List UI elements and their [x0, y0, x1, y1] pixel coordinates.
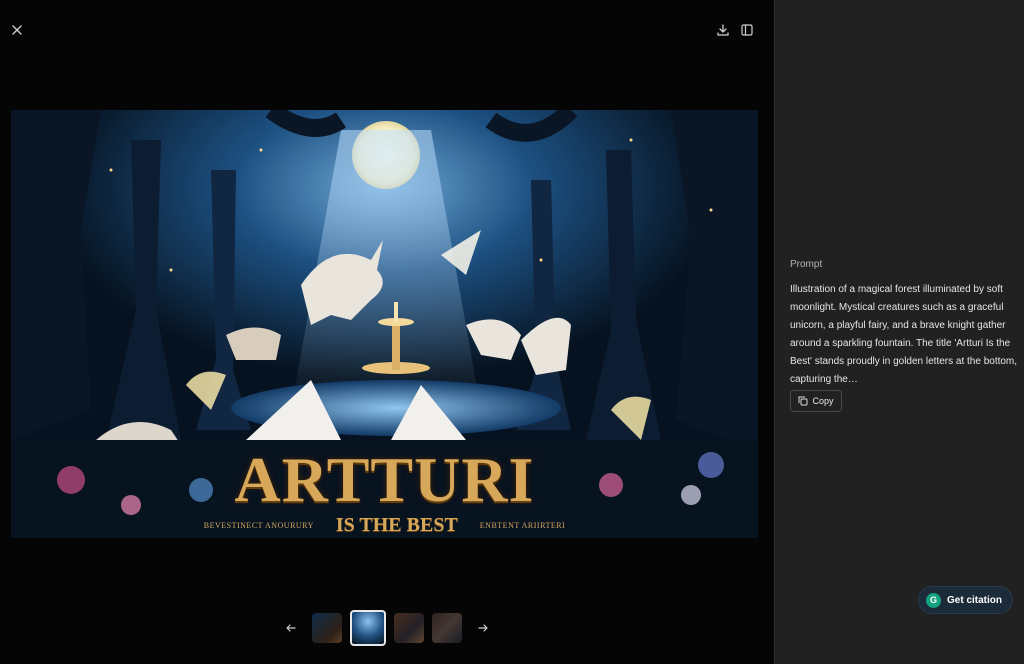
- download-icon: [717, 24, 729, 36]
- image-subtitle-row: BEVESTINECT ANOURURY IS THE BEST ENBTENT…: [11, 514, 758, 537]
- image-title: ARTTURI: [234, 444, 535, 515]
- generated-image: ARTTURI BEVESTINECT ANOURURY IS THE BEST…: [11, 110, 758, 538]
- copy-icon: [798, 396, 808, 406]
- prompt-label: Prompt: [790, 259, 823, 270]
- grammarly-g-icon: G: [926, 592, 941, 608]
- copy-button[interactable]: Copy: [790, 390, 842, 412]
- copy-label: Copy: [812, 396, 834, 406]
- thumbnail-2-active[interactable]: [350, 610, 386, 646]
- sidebar-toggle-button[interactable]: [735, 18, 759, 42]
- thumbnail-3[interactable]: [394, 613, 424, 643]
- prompt-panel: Prompt Illustration of a magical forest …: [774, 0, 1024, 664]
- thumbnail-strip: [282, 609, 492, 647]
- get-citation-button[interactable]: G Get citation: [919, 587, 1012, 613]
- previous-image-button[interactable]: [282, 619, 300, 637]
- thumbnail-1[interactable]: [312, 613, 342, 643]
- get-citation-label: Get citation: [947, 594, 1003, 606]
- arrow-right-icon: [478, 624, 488, 632]
- close-icon: [12, 25, 22, 35]
- image-title-overlay: ARTTURI BEVESTINECT ANOURURY IS THE BEST…: [11, 448, 758, 537]
- image-small-text-right: ENBTENT ARIIRTERI: [479, 521, 566, 530]
- thumbnail-4[interactable]: [432, 613, 462, 643]
- image-subtitle: IS THE BEST: [335, 514, 458, 536]
- download-button[interactable]: [711, 18, 735, 42]
- arrow-left-icon: [286, 624, 296, 632]
- image-small-text-left: BEVESTINECT ANOURURY: [203, 521, 314, 530]
- prompt-text: Illustration of a magical forest illumin…: [790, 284, 1018, 385]
- image-viewer: ARTTURI BEVESTINECT ANOURURY IS THE BEST…: [0, 0, 774, 664]
- sidebar-toggle-icon: [741, 24, 753, 36]
- close-button[interactable]: [5, 18, 29, 42]
- next-image-button[interactable]: [474, 619, 492, 637]
